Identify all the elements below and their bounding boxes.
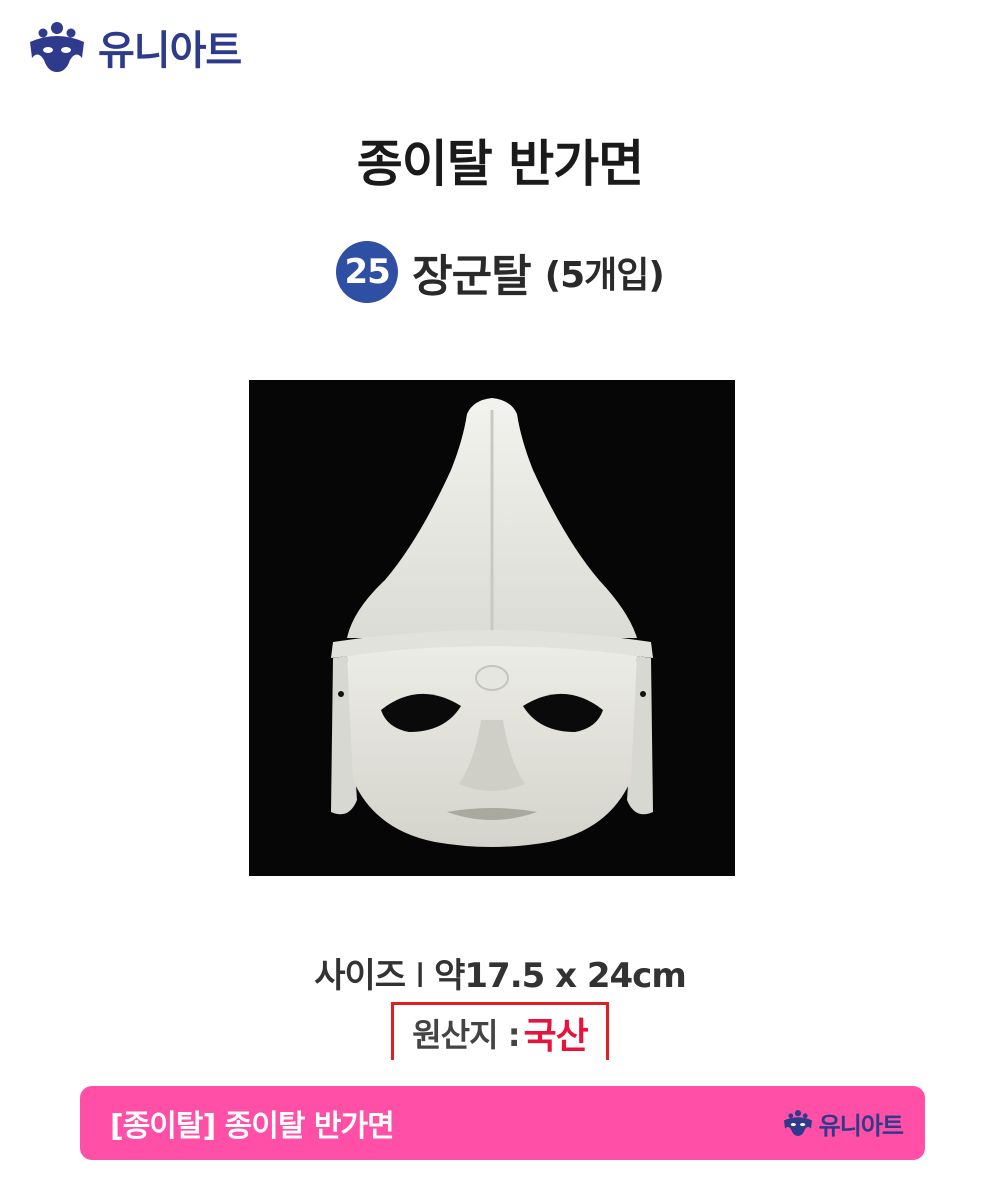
product-subtitle: 25 장군탈 (5개입) [0, 240, 1000, 304]
size-separator: I [415, 956, 425, 996]
size-label: 사이즈 [314, 956, 406, 996]
product-name: 장군탈 [412, 251, 531, 302]
general-mask-image [331, 398, 653, 847]
footer-brand-name: 유니아트 [818, 1111, 904, 1140]
origin-label: 원산지 : [412, 1015, 520, 1054]
size-spec: 사이즈 I 약17.5 x 24cm [0, 948, 1000, 997]
size-value: 약17.5 x 24cm [434, 956, 687, 996]
page-title: 종이탈 반가면 [356, 135, 644, 193]
footer-brand-logo[interactable]: 유니아트 [781, 1106, 904, 1141]
origin-box: 원산지 : 국산 [391, 1002, 609, 1060]
crown-mask-logo-icon [783, 1110, 812, 1136]
product-number-badge: 25 [336, 241, 399, 303]
footer-title: [종이탈] 종이탈 반가면 [110, 1109, 395, 1144]
product-count: (5개입) [544, 255, 665, 296]
footer-banner: [종이탈] 종이탈 반가면 유니아트 [80, 1086, 925, 1160]
crown-mask-logo-icon [30, 22, 84, 72]
brand-name: 유니아트 [98, 28, 242, 74]
brand-logo[interactable]: 유니아트 [26, 18, 242, 76]
origin-value: 국산 [523, 1015, 589, 1057]
product-photo [249, 380, 735, 876]
